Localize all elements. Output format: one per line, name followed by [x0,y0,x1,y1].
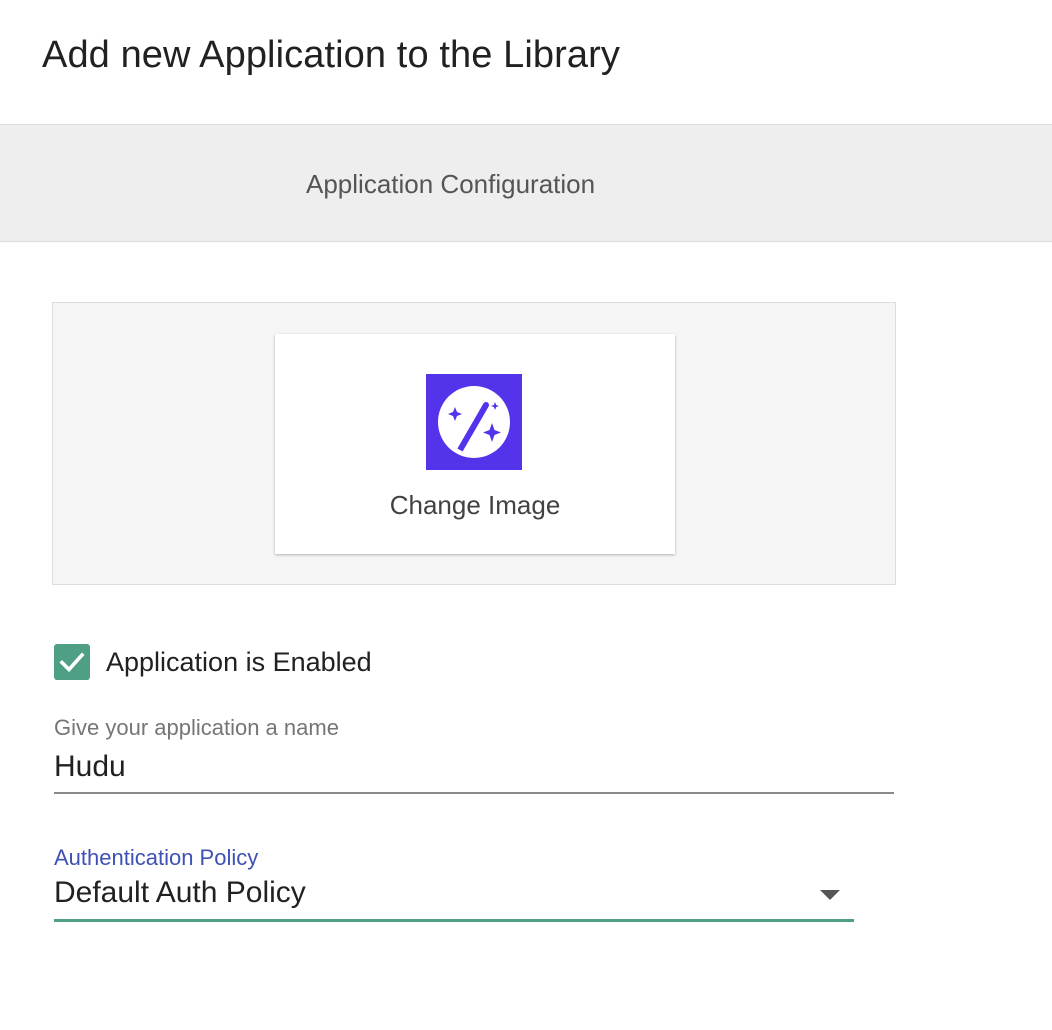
change-image-button[interactable]: Change Image [275,334,675,554]
auth-policy-field: Authentication Policy Default Auth Polic… [54,844,854,922]
enabled-label: Application is Enabled [106,646,372,677]
application-enabled-toggle[interactable]: Application is Enabled [54,644,372,680]
dialog-title: Add new Application to the Library [42,34,620,76]
add-application-dialog: Add new Application to the Library Appli… [0,0,1052,1030]
auth-policy-value: Default Auth Policy [54,876,306,909]
name-field: Give your application a name [54,714,894,794]
tab-bar: Application Configuration [0,124,1052,242]
image-panel: Change Image [52,302,896,585]
checkmark-icon [59,652,85,673]
change-image-label: Change Image [389,490,561,520]
auth-policy-label: Authentication Policy [54,845,259,870]
tab-application-configuration[interactable]: Application Configuration [306,169,595,200]
dropdown-arrow-icon [820,890,840,900]
name-field-label: Give your application a name [54,715,339,740]
auth-policy-select[interactable]: Default Auth Policy [54,872,854,922]
magic-wand-icon [426,374,522,470]
enabled-checkbox[interactable] [54,644,90,680]
application-name-input[interactable] [54,742,894,794]
